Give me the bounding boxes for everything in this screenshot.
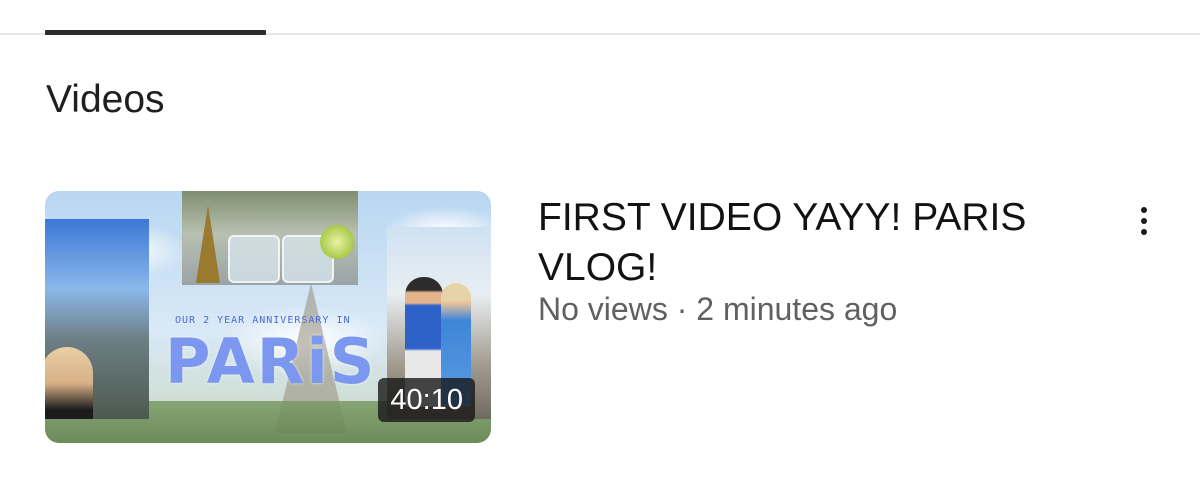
tower-figurine (196, 205, 220, 283)
video-thumbnail[interactable]: OUR 2 YEAR ANNIVERSARY IN PARiS 40:10 (45, 191, 491, 443)
video-title[interactable]: FIRST VIDEO YAYY! PARIS VLOG! (538, 193, 1098, 293)
upload-time: 2 minutes ago (696, 291, 898, 327)
active-tab-indicator[interactable] (45, 30, 266, 35)
thumbnail-person (45, 347, 93, 419)
more-actions-button[interactable] (1127, 201, 1161, 241)
lime-graphic (320, 225, 354, 259)
more-vert-icon (1141, 229, 1147, 235)
view-count: No views (538, 291, 668, 327)
thumbnail-photo-top (182, 191, 358, 285)
video-duration-badge: 40:10 (378, 378, 475, 422)
section-title: Videos (46, 78, 165, 121)
video-list-item[interactable]: OUR 2 YEAR ANNIVERSARY IN PARiS 40:10 FI… (45, 191, 1165, 443)
more-vert-icon (1141, 207, 1147, 213)
video-metadata: No views · 2 minutes ago (538, 291, 897, 328)
meta-separator: · (676, 291, 688, 327)
thumbnail-photo-left (45, 219, 149, 419)
more-vert-icon (1141, 218, 1147, 224)
thumbnail-headline: PARiS (165, 325, 377, 398)
glass-graphic (228, 235, 280, 283)
